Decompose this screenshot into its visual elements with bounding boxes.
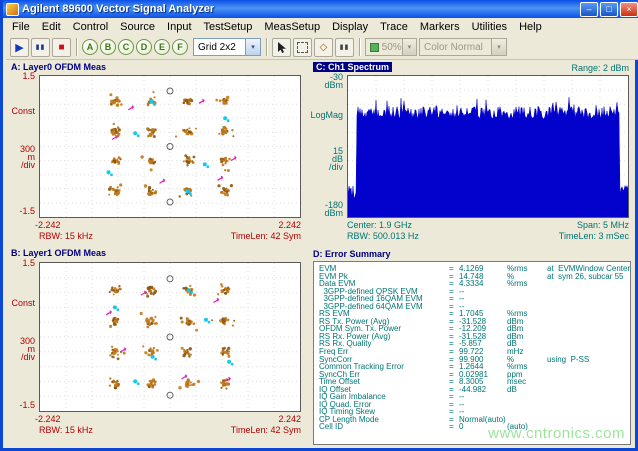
c-magnitude-label: LogMag [309, 110, 343, 120]
trace-c-button[interactable]: C [118, 39, 134, 55]
a-y-axis-label: Const [7, 106, 35, 116]
menu-file[interactable]: File [6, 20, 36, 34]
toolbar-separator [76, 38, 77, 56]
c-y-min-unit-label: dBm [309, 208, 343, 218]
c-range-label: Range: 2 dBm [519, 63, 629, 73]
quadrant-c-title[interactable]: C: Ch1 Spectrum [313, 62, 392, 72]
zoom-level-combo[interactable]: 50% ▾ [365, 38, 417, 56]
play-icon: ▶ [15, 41, 23, 54]
pause-icon: ▮▮ [36, 43, 46, 51]
a-timelen-label: TimeLen: 42 Sym [199, 231, 301, 241]
b-timelen-label: TimeLen: 42 Sym [199, 425, 301, 435]
zoom-swatch-icon [370, 43, 379, 52]
menu-input[interactable]: Input [161, 20, 197, 34]
band-marker-tool-button[interactable]: ▮▮ [335, 38, 354, 57]
zoom-level-value: 50% [382, 42, 402, 53]
color-scheme-combo[interactable]: Color Normal ▾ [419, 38, 507, 56]
trace-d-button[interactable]: D [136, 39, 152, 55]
menu-edit[interactable]: Edit [36, 20, 67, 34]
c-timelen-label: TimeLen: 3 mSec [527, 231, 629, 241]
maximize-button[interactable]: □ [600, 2, 618, 17]
constellation-plot-b[interactable] [40, 263, 300, 411]
menu-source[interactable]: Source [114, 20, 161, 34]
c-rbw-label: RBW: 500.013 Hz [347, 231, 419, 241]
b-scale-div-label: /div [7, 352, 35, 362]
constellation-plot-a[interactable] [40, 76, 300, 217]
a-scale-div-label: /div [7, 160, 35, 170]
quadrant-d-title[interactable]: D: Error Summary [313, 249, 391, 259]
menu-display[interactable]: Display [326, 20, 374, 34]
menu-help[interactable]: Help [513, 20, 548, 34]
band-markers-icon: ▮▮ [340, 43, 350, 51]
a-x-min-label: -2.242 [35, 220, 61, 230]
trace-a-button[interactable]: A [82, 39, 98, 55]
marker-tool-button[interactable]: ◇ [314, 38, 333, 57]
diamond-marker-icon: ◇ [320, 42, 328, 53]
cursor-arrow-icon [276, 41, 287, 54]
menu-meassetup[interactable]: MeasSetup [258, 20, 326, 34]
watermark-text: www.cntronics.com [488, 425, 625, 442]
zoom-box-icon [297, 42, 308, 53]
toolbar-separator [266, 38, 267, 56]
c-center-freq-label: Center: 1.9 GHz [347, 220, 412, 230]
a-x-max-label: 2.242 [241, 220, 301, 230]
c-scale-div-label: /div [309, 162, 343, 172]
zoom-box-tool-button[interactable] [293, 38, 312, 57]
menu-bar: File Edit Control Source Input TestSetup… [6, 18, 638, 36]
quadrant-b-title[interactable]: B: Layer1 OFDM Meas [11, 248, 106, 258]
grid-layout-value: Grid 2x2 [198, 42, 236, 53]
toolbar: ▶ ▮▮ ■ A B C D E F Grid 2x2 ▾ ◇ ▮▮ 50% ▾ [6, 35, 638, 60]
trace-b-button[interactable]: B [100, 39, 116, 55]
a-rbw-label: RBW: 15 kHz [39, 231, 93, 241]
menu-markers[interactable]: Markers [414, 20, 466, 34]
error-summary-row: CP Length Mode=Normal(auto) [319, 416, 630, 424]
c-y-max-unit-label: dBm [309, 80, 343, 90]
toolbar-separator [359, 38, 360, 56]
error-summary-rows: EVM=4.1269%rmsat EVMWindow CenterEVM Pk=… [319, 265, 630, 431]
title-bar: Agilent 89600 Vector Signal Analyzer – □… [3, 0, 638, 18]
menu-utilities[interactable]: Utilities [466, 20, 513, 34]
error-summary-box[interactable]: EVM=4.1269%rmsat EVMWindow CenterEVM Pk=… [313, 261, 631, 445]
stop-button[interactable]: ■ [52, 38, 71, 57]
pause-button[interactable]: ▮▮ [31, 38, 50, 57]
grid-layout-combo[interactable]: Grid 2x2 ▾ [193, 38, 261, 56]
color-scheme-value: Color Normal [424, 42, 483, 53]
a-y-max-label: 1.5 [7, 71, 35, 81]
b-x-min-label: -2.242 [35, 414, 61, 424]
trace-f-button[interactable]: F [172, 39, 188, 55]
constellation-plot-b-frame[interactable] [39, 262, 301, 412]
b-y-max-label: 1.5 [7, 258, 35, 268]
constellation-plot-a-frame[interactable] [39, 75, 301, 218]
chevron-down-icon[interactable]: ▾ [402, 39, 416, 55]
b-y-axis-label: Const [7, 298, 35, 308]
a-y-min-label: -1.5 [7, 206, 35, 216]
pointer-tool-button[interactable] [272, 38, 291, 57]
chevron-down-icon[interactable]: ▾ [245, 39, 260, 55]
app-icon [6, 3, 19, 16]
app-window: Agilent 89600 Vector Signal Analyzer – □… [0, 0, 638, 451]
spectrum-plot[interactable] [348, 76, 628, 217]
record-stop-icon: ■ [58, 42, 64, 53]
b-y-min-label: -1.5 [7, 400, 35, 410]
menu-testsetup[interactable]: TestSetup [198, 20, 259, 34]
menu-trace[interactable]: Trace [374, 20, 414, 34]
spectrum-plot-frame[interactable] [347, 75, 629, 218]
b-rbw-label: RBW: 15 kHz [39, 425, 93, 435]
play-button[interactable]: ▶ [10, 38, 29, 57]
close-button[interactable]: × [620, 2, 638, 17]
chevron-down-icon[interactable]: ▾ [491, 39, 506, 55]
window-title: Agilent 89600 Vector Signal Analyzer [22, 3, 578, 15]
minimize-button[interactable]: – [580, 2, 598, 17]
c-span-label: Span: 5 MHz [527, 220, 629, 230]
b-x-max-label: 2.242 [241, 414, 301, 424]
trace-e-button[interactable]: E [154, 39, 170, 55]
menu-control[interactable]: Control [67, 20, 114, 34]
